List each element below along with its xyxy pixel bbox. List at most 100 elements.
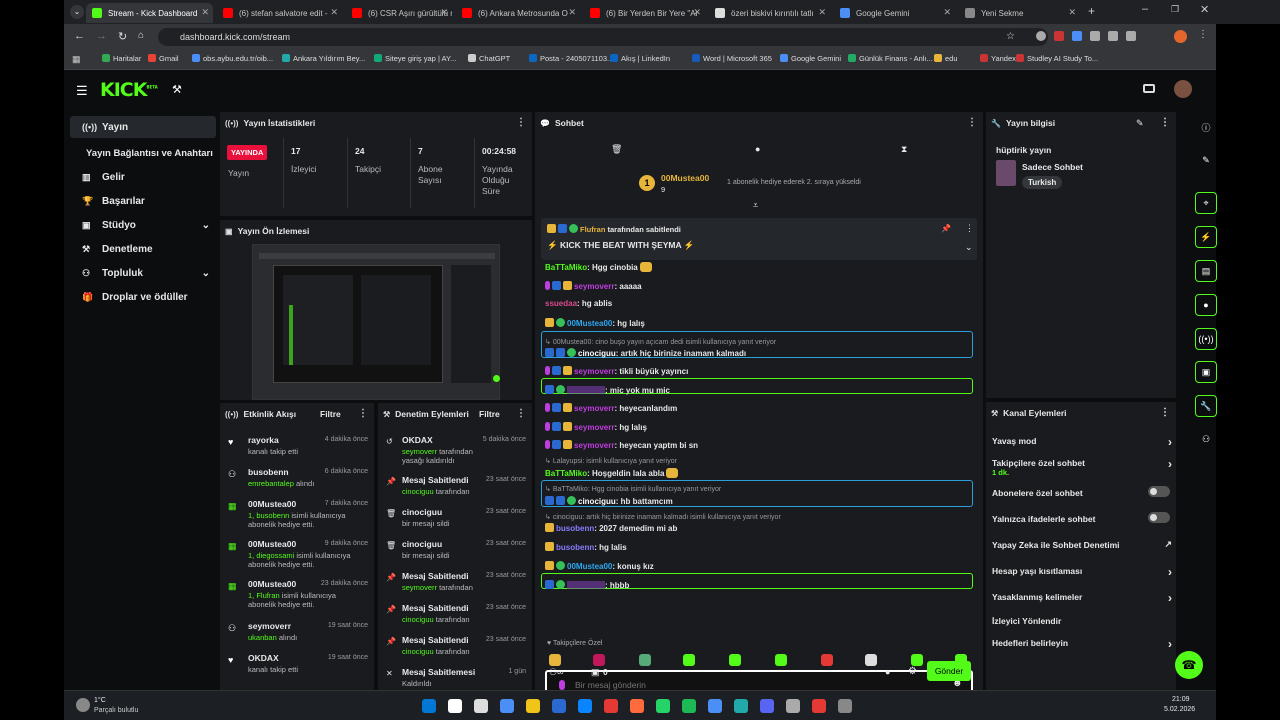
channel-action-item[interactable]: Yalnızca ifadelerle sohbet	[992, 512, 1172, 524]
taskbar-app-icon[interactable]	[656, 699, 670, 713]
info-icon[interactable]: ⓘ	[1195, 116, 1217, 138]
channel-action-item[interactable]: İzleyici Yönlendir	[992, 616, 1172, 626]
users-icon[interactable]: ⚇	[1195, 428, 1217, 450]
chat-username[interactable]: seymoverr	[574, 404, 614, 413]
taskbar-app-icon[interactable]	[604, 699, 618, 713]
reload-icon[interactable]: ↻	[118, 30, 127, 43]
bookmark-item[interactable]: ChatGPT	[468, 54, 510, 63]
bookmark-item[interactable]: Gmail	[148, 54, 179, 63]
close-tab-icon[interactable]: ✕	[943, 7, 951, 18]
bookmark-item[interactable]: Günlük Finans - Anlı...	[848, 54, 933, 63]
close-window-button[interactable]: ✕	[1200, 3, 1209, 16]
chat-username[interactable]: cinociguu	[578, 497, 616, 506]
chat-username[interactable]: seymoverr	[574, 367, 614, 376]
channel-action-item[interactable]: Yasaklanmış kelimeler ›	[992, 591, 1172, 605]
browser-tab[interactable]: (6) Bir Yerden Bir Yere "Ar ✕	[584, 3, 705, 23]
chat-username[interactable]: seymoverr	[574, 282, 614, 291]
activity-filter-button[interactable]: Filtre	[320, 409, 341, 419]
channel-action-item[interactable]: Yavaş mod ›	[992, 435, 1172, 449]
more-options-icon[interactable]: ⋮	[965, 223, 974, 234]
chat-username[interactable]: ssuedaa	[545, 299, 577, 308]
browser-tab[interactable]: (6) CSR Aşırı gürültülü mo✕	[346, 3, 452, 23]
close-tab-icon[interactable]: ✕	[568, 7, 576, 18]
pin-icon[interactable]: 📌	[941, 224, 951, 233]
chat-username[interactable]: BaTTaMiko	[545, 263, 587, 272]
support-headset-button[interactable]: ☎	[1175, 651, 1203, 679]
pencil-icon[interactable]: ✎	[1195, 149, 1217, 171]
tab-search-button[interactable]: ⌄	[70, 5, 84, 19]
sidebar-item-5[interactable]: ▣ Stüdyo ⌄	[70, 214, 216, 236]
new-tab-button[interactable]: +	[1088, 4, 1095, 18]
close-tab-icon[interactable]: ✕	[1068, 7, 1076, 18]
forward-icon[interactable]: →	[96, 30, 107, 42]
browser-tab[interactable]: (6) Ankara Metrosunda O ✕	[456, 3, 580, 23]
taskbar-app-icon[interactable]	[448, 699, 462, 713]
chat-username[interactable]: cinociguu	[578, 349, 616, 358]
chat-bubble-icon[interactable]: ●	[755, 144, 760, 154]
channel-action-item[interactable]: Abonelere özel sohbet	[992, 486, 1172, 498]
bookmark-item[interactable]: Ankara Yıldırım Bey...	[282, 54, 365, 63]
taskbar-app-icon[interactable]	[682, 699, 696, 713]
bookmark-item[interactable]: edu	[934, 54, 958, 63]
taskbar-app-icon[interactable]	[760, 699, 774, 713]
sidebar-item-6[interactable]: ⚒ Denetleme	[70, 238, 216, 260]
taskbar-app-icon[interactable]	[812, 699, 826, 713]
taskbar-app-icon[interactable]	[552, 699, 566, 713]
extensions-icons[interactable]	[1036, 31, 1156, 43]
channel-action-item[interactable]: Hedefleri belirleyin ›	[992, 637, 1172, 651]
maximize-button[interactable]: ❐	[1171, 4, 1179, 15]
browser-tab[interactable]: özeri biskivi kırıntılı tatlı ✕	[709, 3, 830, 23]
sidebar-item-8[interactable]: 🎁 Droplar ve ödüller	[70, 286, 216, 308]
sidebar-item-3[interactable]: ▥ Gelir	[70, 166, 216, 188]
chat-icon[interactable]: ●	[1195, 294, 1217, 316]
profile-avatar[interactable]	[1174, 30, 1187, 43]
more-options-icon[interactable]: ⋮	[1160, 407, 1170, 418]
close-tab-icon[interactable]: ✕	[330, 7, 338, 18]
channel-action-item[interactable]: Takipçilere özel sohbet 1 dk. ›	[992, 457, 1172, 477]
browser-tab[interactable]: Stream - Kick Dashboard ✕	[86, 3, 213, 23]
chrome-menu-icon[interactable]: ⋮	[1198, 29, 1208, 40]
kick-logo[interactable]: KICKBETA	[100, 79, 158, 101]
taskbar-app-icon[interactable]	[708, 699, 722, 713]
toggle-switch[interactable]	[1148, 512, 1170, 523]
broadcast-icon[interactable]: ((•))	[1195, 328, 1217, 350]
taskbar-app-icon[interactable]	[630, 699, 644, 713]
taskbar-app-icon[interactable]	[474, 699, 488, 713]
more-options-icon[interactable]: ⋮	[1160, 117, 1170, 128]
hammer-icon[interactable]: ⚒	[172, 83, 182, 96]
taskbar-app-icon[interactable]	[500, 699, 514, 713]
bookmark-star-icon[interactable]: ☆	[1006, 31, 1015, 42]
weather-icon[interactable]	[76, 698, 90, 712]
user-avatar[interactable]	[1174, 80, 1192, 98]
minimize-button[interactable]: –	[1142, 3, 1148, 15]
expand-chevron-icon[interactable]: ⩡	[753, 200, 758, 211]
target-icon[interactable]: ⌖	[1195, 192, 1217, 214]
apps-grid-icon[interactable]: ▦	[72, 54, 81, 65]
close-tab-icon[interactable]: ✕	[818, 7, 826, 18]
chat-username[interactable]: busobenn	[556, 524, 594, 533]
bookmark-item[interactable]: Posta - 2405071103...	[529, 54, 613, 63]
browser-tab[interactable]: Google Gemini ✕	[834, 3, 955, 23]
users-icon[interactable]: ⚇∞	[549, 667, 563, 678]
chat-username[interactable]: seymoverr	[574, 441, 614, 450]
home-icon[interactable]: ⌂	[138, 30, 144, 41]
taskbar-app-icon[interactable]	[578, 699, 592, 713]
sidebar-item-2[interactable]: Yayın Bağlantısı ve Anahtarı	[70, 142, 216, 164]
bookmark-item[interactable]: obs.aybu.edu.tr/oib...	[192, 54, 273, 63]
taskbar-app-icon[interactable]	[786, 699, 800, 713]
taskbar-app-icon[interactable]	[526, 699, 540, 713]
channel-action-item[interactable]: Hesap yaşı kısıtlaması ›	[992, 565, 1172, 579]
bookmark-item[interactable]: Google Gemini	[780, 54, 841, 63]
sidebar-item-7[interactable]: ⚇ Topluluk ⌄	[70, 262, 216, 284]
more-options-icon[interactable]: ⋮	[967, 117, 977, 128]
browser-tab[interactable]: Yeni Sekme ✕	[959, 3, 1080, 23]
taskbar-app-icon[interactable]	[838, 699, 852, 713]
layout-icon[interactable]: ▣	[1195, 361, 1217, 383]
bookmark-item[interactable]: Haritalar	[102, 54, 141, 63]
document-icon[interactable]: ▤	[1195, 260, 1217, 282]
bookmark-item[interactable]: Siteye giriş yap | AY...	[374, 54, 456, 63]
chat-username[interactable]: busobenn	[556, 543, 594, 552]
bookmark-item[interactable]: Word | Microsoft 365	[692, 54, 772, 63]
stream-preview-video[interactable]	[252, 244, 500, 400]
toggle-switch[interactable]	[1148, 486, 1170, 497]
